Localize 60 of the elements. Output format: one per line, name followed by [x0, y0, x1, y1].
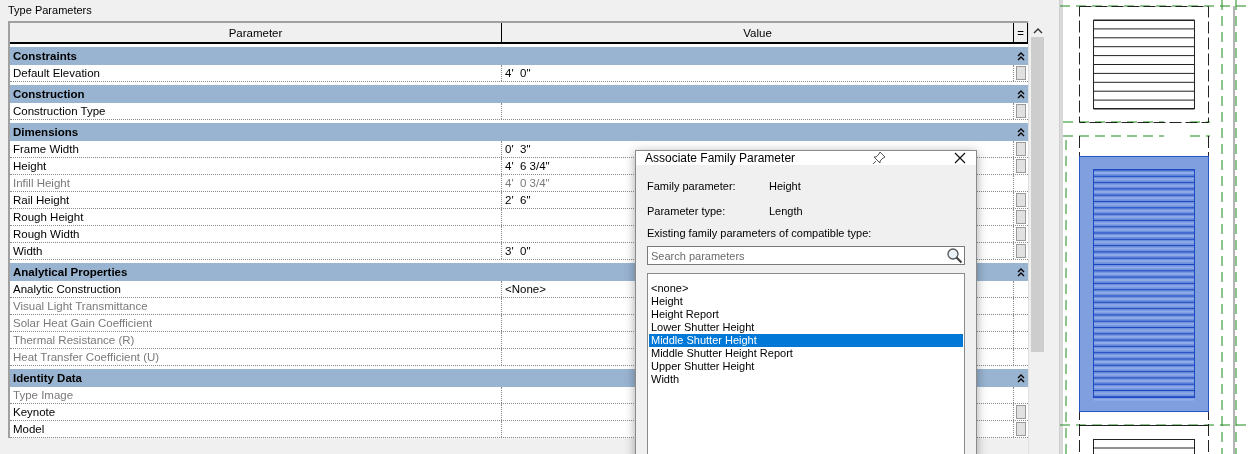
list-item[interactable]: Middle Shutter Height — [649, 334, 963, 347]
scroll-up-icon[interactable] — [1032, 27, 1043, 35]
parameter-name: Type Image — [10, 387, 502, 403]
collapse-icon[interactable] — [1017, 266, 1025, 278]
parameter-name: Visual Light Transmittance — [10, 298, 502, 314]
list-item[interactable]: Lower Shutter Height — [649, 321, 963, 334]
search-field[interactable]: Search parameters — [647, 246, 965, 265]
field-label: Family parameter: — [647, 179, 737, 192]
parameter-name: Construction Type — [10, 103, 502, 119]
associate-button[interactable] — [1016, 422, 1026, 436]
parameter-name: Height — [10, 158, 502, 174]
parameter-name: Keynote — [10, 404, 502, 420]
parameter-name: Rail Height — [10, 192, 502, 208]
scrollbar[interactable] — [1028, 21, 1046, 454]
list-item[interactable]: <none> — [649, 282, 963, 295]
group-name: Construction — [13, 88, 85, 100]
parameter-name: Model — [10, 421, 502, 437]
collapse-icon[interactable] — [1017, 50, 1025, 62]
associate-button[interactable] — [1016, 193, 1026, 207]
value-cell[interactable]: 4' 0" — [502, 65, 1014, 81]
panel-title: Type Parameters — [8, 3, 93, 17]
field-value: Length — [769, 204, 803, 217]
list-item[interactable]: Middle Shutter Height Report — [649, 347, 963, 360]
parameter-name: Rough Width — [10, 226, 502, 242]
collapse-icon[interactable] — [1017, 126, 1025, 138]
field-label: Parameter type: — [647, 204, 727, 217]
list-item[interactable]: Width — [649, 373, 963, 386]
group-name: Constraints — [13, 50, 77, 62]
pin-icon[interactable] — [872, 151, 886, 165]
parameter-name: Thermal Resistance (R) — [10, 332, 502, 348]
parameter-name: Solar Heat Gain Coefficient — [10, 315, 502, 331]
column-header[interactable]: Parameter — [10, 23, 502, 42]
list-label: Existing family parameters of compatible type: — [647, 227, 873, 241]
associate-button[interactable] — [1016, 244, 1026, 258]
group-header[interactable]: Dimensions — [10, 123, 1028, 141]
parameter-name: Frame Width — [10, 141, 502, 157]
associate-button[interactable] — [1016, 159, 1026, 173]
parameter-name: Analytic Construction — [10, 281, 502, 297]
group-name: Identity Data — [13, 372, 82, 384]
collapse-icon[interactable] — [1017, 372, 1025, 384]
group-name: Analytical Properties — [13, 266, 128, 278]
collapse-icon[interactable] — [1017, 88, 1025, 100]
group-header[interactable]: Constraints — [10, 47, 1028, 65]
parameter-name: Default Elevation — [10, 65, 502, 81]
group-name: Dimensions — [13, 126, 79, 138]
associate-button[interactable] — [1016, 405, 1026, 419]
associate-button[interactable] — [1016, 210, 1026, 224]
field-value: Height — [769, 179, 801, 192]
list-item[interactable]: Height — [649, 295, 963, 308]
parameter-name: Infill Height — [10, 175, 502, 191]
parameter-name: Rough Height — [10, 209, 502, 225]
group-header[interactable]: Construction — [10, 85, 1028, 103]
scroll-thumb[interactable] — [1031, 37, 1044, 352]
parameter-name: Width — [10, 243, 502, 259]
column-header[interactable]: Value — [502, 23, 1014, 42]
search-icon[interactable] — [946, 247, 963, 264]
list-item[interactable]: Height Report — [649, 308, 963, 321]
associate-button[interactable] — [1016, 227, 1026, 241]
close-icon[interactable] — [954, 152, 966, 164]
parameter-name: Heat Transfer Coefficient (U) — [10, 349, 502, 365]
